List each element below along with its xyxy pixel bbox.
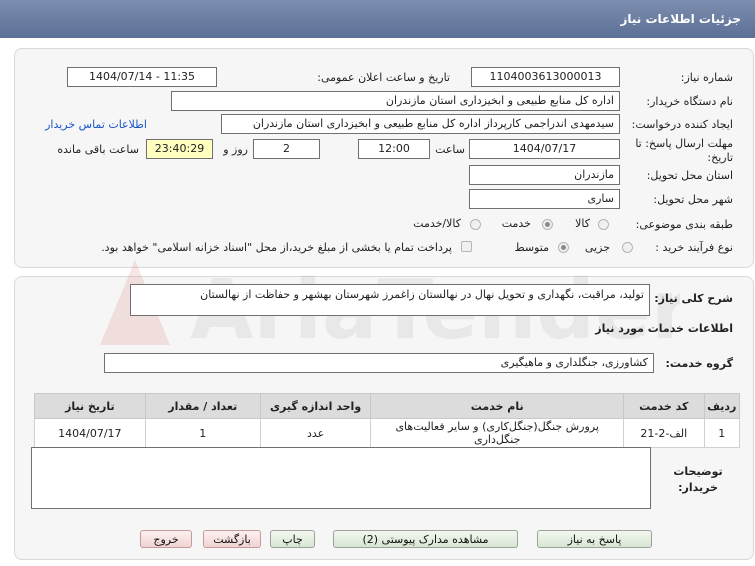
cell-row: 1 [703,418,741,448]
exit-button[interactable]: خروج [140,530,192,548]
reply-button[interactable]: پاسخ به نیاز [537,530,652,548]
cell-unit: عدد [259,418,372,448]
treasury-checkbox[interactable] [461,241,472,252]
buyer-org-field[interactable]: اداره کل منابع طبیعی و ابخیزداری استان م… [171,91,620,111]
need-number-label: شماره نیاز: [680,71,733,84]
city-field[interactable]: ساری [469,189,620,209]
contact-info-link[interactable]: اطلاعات تماس خریدار [45,118,147,131]
province-label: استان محل تحویل: [646,169,733,182]
print-button[interactable]: چاپ [270,530,315,548]
service-group-label: گروه خدمت: [665,357,733,370]
title-bar: جزئیات اطلاعات نیاز [0,0,755,38]
announce-datetime-field[interactable]: 1404/07/14 - 11:35 [67,67,217,87]
requester-label: ایجاد کننده درخواست: [631,118,733,131]
back-button[interactable]: بازگشت [203,530,261,548]
city-label: شهر محل تحویل: [653,193,733,206]
category-label: طبقه بندی موضوعی: [635,218,733,231]
buyer-notes-label: توضیحات خریدار: [673,465,723,494]
purchase-type-label: نوع فرآیند خرید : [655,241,733,254]
category-radio-goods[interactable] [598,219,609,230]
remaining-time-label: ساعت باقی مانده [57,143,139,156]
days-label: روز و [223,143,248,156]
col-date: تاریخ نیاز [34,393,146,419]
services-section-title: اطلاعات خدمات مورد نیاز [595,322,733,335]
deadline-date-field[interactable]: 1404/07/17 [469,139,620,159]
col-name: نام خدمت [370,393,624,419]
province-field[interactable]: مازندران [469,165,620,185]
deadline-time-field[interactable]: 12:00 [358,139,430,159]
need-number-field[interactable]: 1104003613000013 [471,67,620,87]
deadline-label: مهلت ارسال پاسخ: تا تاریخ: [635,137,733,164]
treasury-note: پرداخت تمام یا بخشی از مبلغ خرید،از محل … [101,241,452,254]
page-title: جزئیات اطلاعات نیاز [620,12,741,26]
description-label: شرح کلی نیاز: [654,292,733,305]
deadline-time-label: ساعت [435,143,465,156]
category-option-service: خدمت [501,217,531,230]
cell-code: الف-2-21 [622,418,705,448]
attachments-button[interactable]: مشاهده مدارک پیوستی (2) [333,530,518,548]
cell-name: پرورش جنگل(جنگل‌کاری) و سایر فعالیت‌های … [370,418,624,448]
purchase-radio-medium[interactable] [558,242,569,253]
cell-qty: 1 [144,418,261,448]
requester-field[interactable]: سیدمهدی اندراجمی کارپرداز اداره کل منابع… [221,114,620,134]
purchase-option-medium: متوسط [514,241,549,254]
col-unit: واحد اندازه گیری [259,393,372,419]
description-field[interactable]: تولید، مراقبت، نگهداری و تحویل نهال در ن… [130,284,650,316]
announce-label: تاریخ و ساعت اعلان عمومی: [317,71,450,84]
col-code: کد خدمت [622,393,705,419]
cell-date: 1404/07/17 [34,418,146,448]
service-group-field[interactable]: کشاورزی، جنگلداری و ماهیگیری [104,353,654,373]
col-qty: تعداد / مقدار [144,393,261,419]
services-table: ردیف کد خدمت نام خدمت واحد اندازه گیری ت… [34,393,741,448]
col-row: ردیف [703,393,741,419]
category-option-goods-service: کالا/خدمت [413,217,461,230]
purchase-radio-minor[interactable] [622,242,633,253]
category-radio-goods-service[interactable] [470,219,481,230]
category-option-goods: کالا [575,217,590,230]
remaining-time-field: 23:40:29 [146,139,213,159]
buyer-org-label: نام دستگاه خریدار: [646,95,733,108]
days-field[interactable]: 2 [253,139,320,159]
table-row[interactable]: 1 الف-2-21 پرورش جنگل(جنگل‌کاری) و سایر … [34,418,741,448]
purchase-option-minor: جزیی [584,241,610,254]
table-header-row: ردیف کد خدمت نام خدمت واحد اندازه گیری ت… [34,393,741,419]
buyer-notes-field[interactable] [31,447,651,509]
category-radio-service[interactable] [542,219,553,230]
